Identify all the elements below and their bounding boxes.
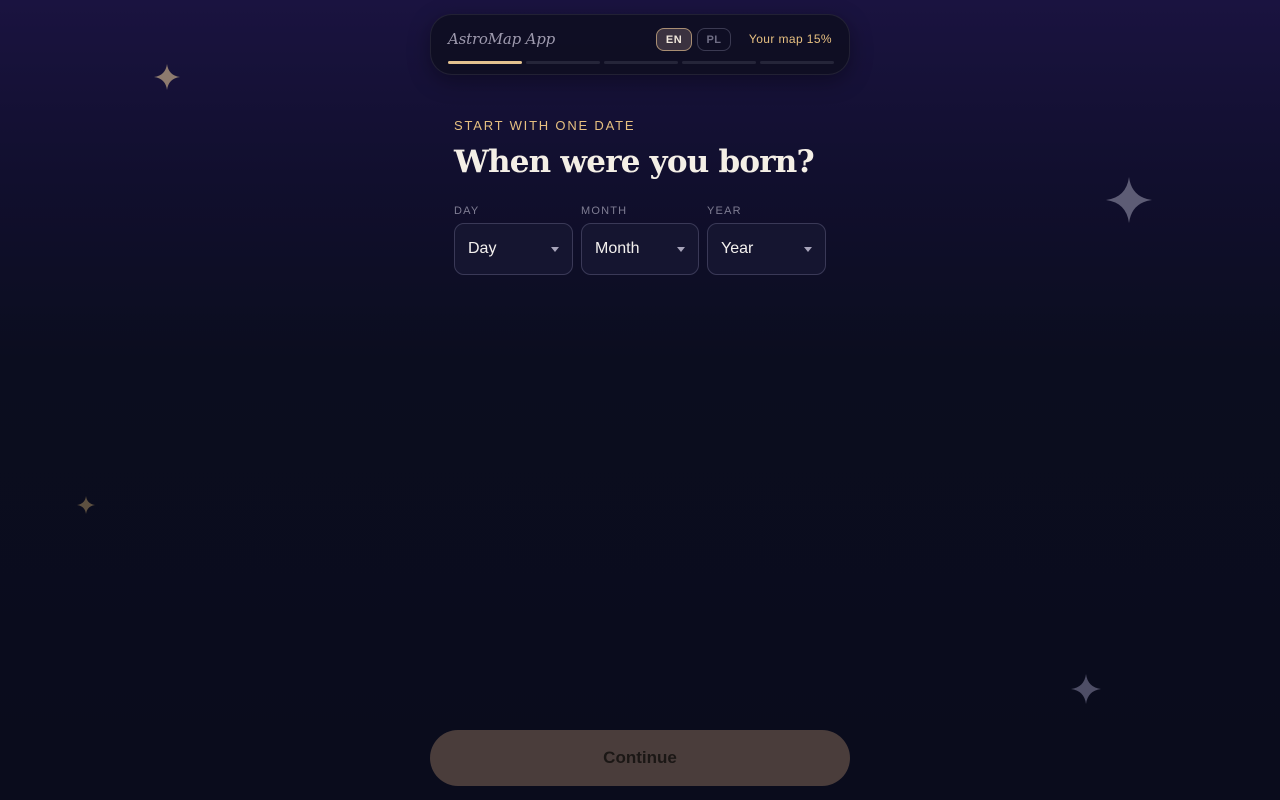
eyebrow-text: START WITH ONE DATE xyxy=(454,118,636,133)
birth-date-form: START WITH ONE DATE When were you born? … xyxy=(454,118,826,275)
header-bar: AstroMap App EN PL Your map 15% xyxy=(430,14,850,75)
progress-segment xyxy=(760,61,834,64)
language-pl-button[interactable]: PL xyxy=(697,28,731,51)
star-decoration-icon xyxy=(1071,674,1101,704)
chevron-down-icon xyxy=(677,247,685,252)
day-select[interactable]: Day xyxy=(454,223,573,275)
day-label: DAY xyxy=(454,205,480,217)
year-label: YEAR xyxy=(707,205,742,217)
date-fields: DAY Day MONTH Month YEAR Year xyxy=(454,205,826,277)
app-title: AstroMap App xyxy=(448,30,556,48)
star-decoration-icon xyxy=(77,496,95,514)
chevron-down-icon xyxy=(551,247,559,252)
star-decoration-icon xyxy=(1106,177,1152,223)
progress-segment xyxy=(448,61,522,64)
star-decoration-icon xyxy=(154,64,180,90)
progress-bar xyxy=(448,61,834,64)
month-select-value: Month xyxy=(595,240,640,257)
progress-label: Your map 15% xyxy=(748,32,832,46)
progress-segment xyxy=(604,61,678,64)
day-field: DAY Day xyxy=(454,205,573,275)
day-select-value: Day xyxy=(468,240,497,257)
language-en-button[interactable]: EN xyxy=(656,28,692,51)
year-select-value: Year xyxy=(721,240,754,257)
progress-segment xyxy=(526,61,600,64)
month-select[interactable]: Month xyxy=(581,223,699,275)
year-select[interactable]: Year xyxy=(707,223,826,275)
page-title: When were you born? xyxy=(454,144,815,180)
chevron-down-icon xyxy=(804,247,812,252)
month-field: MONTH Month xyxy=(581,205,699,275)
year-field: YEAR Year xyxy=(707,205,826,275)
month-label: MONTH xyxy=(581,205,628,217)
progress-segment xyxy=(682,61,756,64)
continue-button[interactable]: Continue xyxy=(430,730,850,786)
